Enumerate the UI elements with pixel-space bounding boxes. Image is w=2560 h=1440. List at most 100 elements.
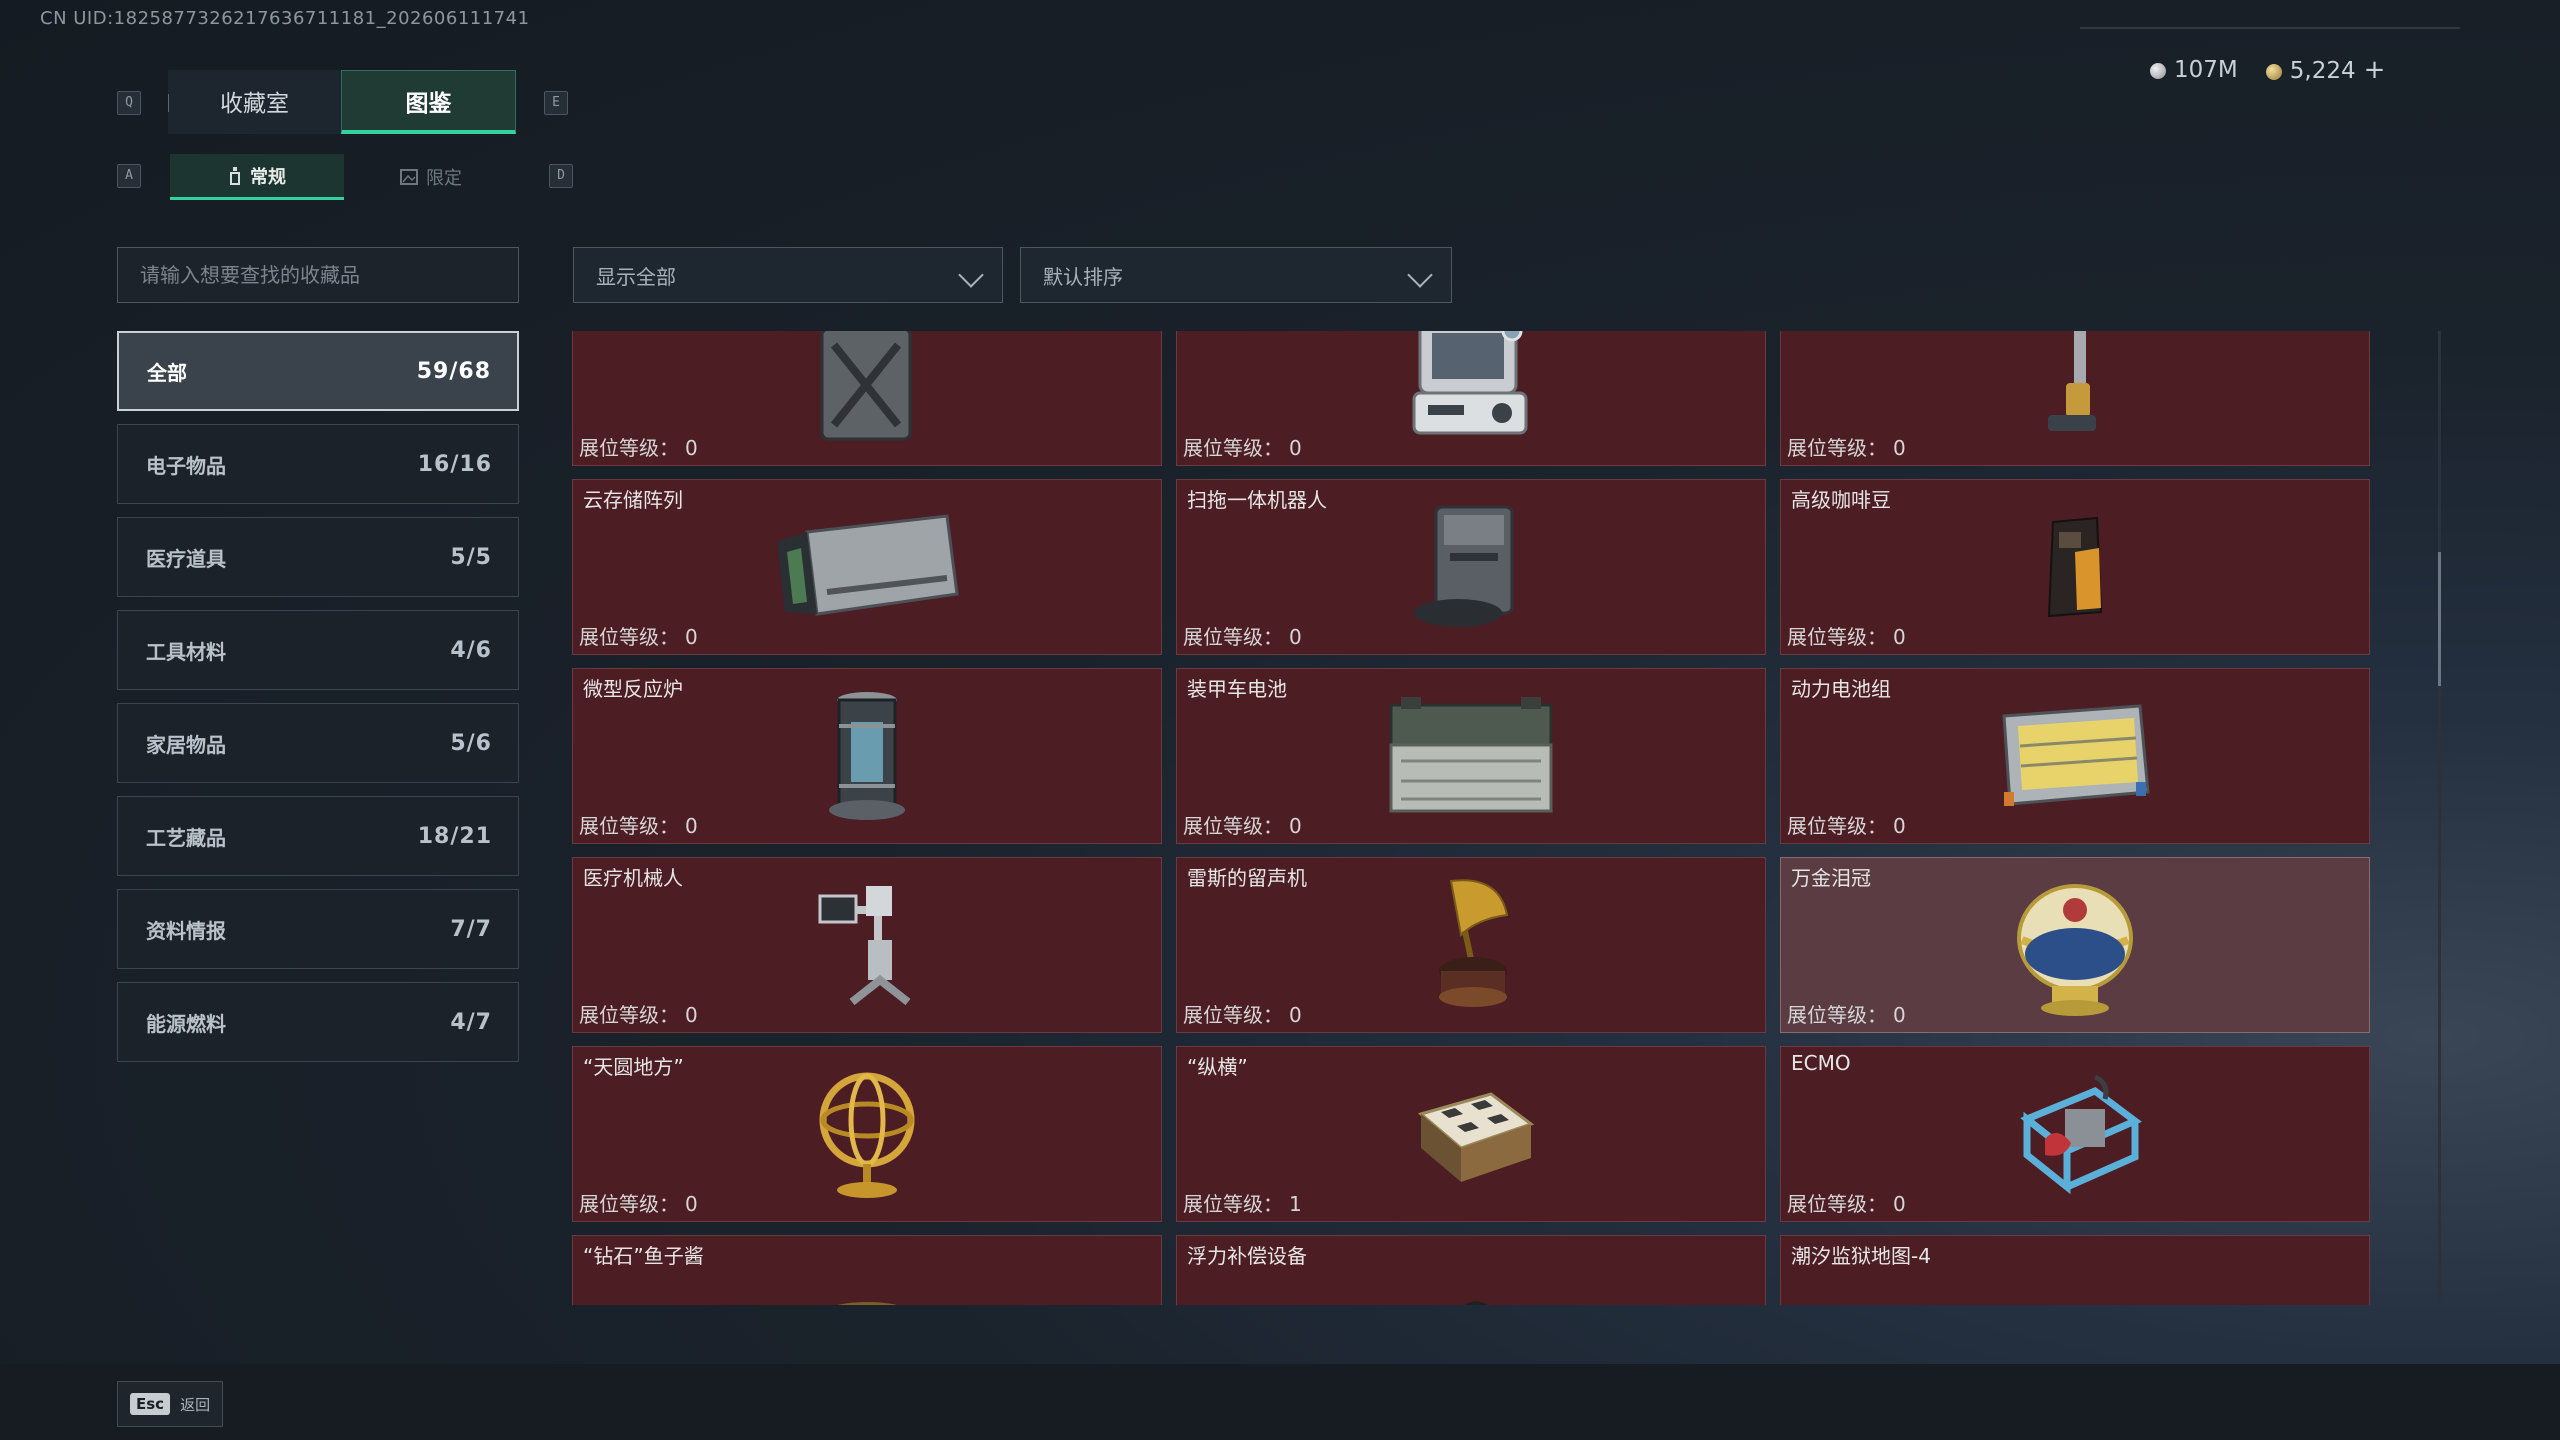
category-tools[interactable]: 工具材料 4/6	[117, 610, 519, 690]
item-card[interactable]: 潮汐监狱地图-4 展位等级：	[1780, 1235, 2370, 1305]
jeweled-egg-icon	[2017, 884, 2133, 1016]
level-value: 0	[685, 436, 698, 460]
item-name: “纵横”	[1187, 1055, 1248, 1079]
search-input[interactable]	[117, 247, 519, 303]
level-label: 展位等级：	[1183, 814, 1283, 838]
item-card[interactable]: 展位等级： 0	[572, 331, 1162, 466]
category-count: 18/21	[417, 823, 492, 849]
item-name: ECMO	[1791, 1051, 1851, 1075]
category-electronics[interactable]: 电子物品 16/16	[117, 424, 519, 504]
item-grid-viewport[interactable]: 展位等级： 0 展位等级： 0 展位等级： 0 云存储阵列 展位等级： 0 扫拖一体机器…	[572, 331, 2426, 1305]
item-name: 医疗机械人	[583, 866, 683, 890]
item-name: 扫拖一体机器人	[1187, 488, 1327, 512]
category-count: 4/6	[450, 637, 492, 663]
level-label: 展位等级：	[1787, 1192, 1887, 1216]
item-card[interactable]: 云存储阵列 展位等级： 0	[572, 479, 1162, 655]
category-label: 全部	[147, 360, 187, 385]
item-card[interactable]: 雷斯的留声机 展位等级： 0	[1176, 857, 1766, 1033]
level-value: 1	[1289, 1192, 1302, 1216]
item-level: 展位等级： 0	[1787, 999, 1906, 1028]
level-label: 展位等级：	[1183, 436, 1283, 460]
category-list: 全部 59/68 电子物品 16/16 医疗道具 5/5 工具材料 4/6 家居物品 5/…	[117, 331, 519, 1075]
item-level: 展位等级： 0	[1183, 621, 1302, 650]
filter-dropdown[interactable]: 显示全部	[573, 247, 1003, 303]
top-divider	[2080, 27, 2460, 29]
level-label: 展位等级：	[1787, 436, 1887, 460]
item-card[interactable]: “纵横” 展位等级： 1	[1176, 1046, 1766, 1222]
item-name: “天圆地方”	[583, 1055, 684, 1079]
item-card[interactable]: “天圆地方” 展位等级： 0	[572, 1046, 1162, 1222]
item-level: 展位等级： 0	[579, 621, 698, 650]
level-label: 展位等级：	[579, 1003, 679, 1027]
item-name: 潮汐监狱地图-4	[1791, 1244, 1931, 1268]
category-household[interactable]: 家居物品 5/6	[117, 703, 519, 783]
item-name: 万金泪冠	[1791, 866, 1871, 890]
level-value: 0	[1893, 1003, 1906, 1027]
gramophone-icon	[1439, 879, 1509, 1007]
item-card[interactable]: ECMO 展位等级： 0	[1780, 1046, 2370, 1222]
grid-scrollbar-track[interactable]	[2438, 331, 2441, 1305]
level-label: 展位等级：	[1787, 625, 1887, 649]
item-card[interactable]: 浮力补偿设备 展位等级：	[1176, 1235, 1766, 1305]
item-card[interactable]: 医疗机械人 展位等级： 0	[572, 857, 1162, 1033]
sub-tabs: 常规 限定	[170, 154, 518, 200]
add-currency-button[interactable]: +	[2364, 55, 2386, 85]
tab-separator	[168, 94, 169, 112]
hotkey-q[interactable]: Q	[117, 91, 141, 115]
item-card[interactable]: 万金泪冠 展位等级： 0	[1780, 857, 2370, 1033]
hotkey-d[interactable]: D	[549, 164, 573, 188]
item-card[interactable]: 微型反应炉 展位等级： 0	[572, 668, 1162, 844]
category-label: 电子物品	[146, 453, 226, 478]
item-card[interactable]: 动力电池组 展位等级： 0	[1780, 668, 2370, 844]
grid-scrollbar-thumb[interactable]	[2438, 552, 2441, 686]
subtab-regular[interactable]: 常规	[170, 154, 344, 200]
silver-currency: 107M	[2150, 57, 2238, 83]
category-label: 资料情报	[146, 918, 226, 943]
item-card[interactable]: 扫拖一体机器人 展位等级： 0	[1176, 479, 1766, 655]
jerrycan-icon	[820, 331, 912, 441]
tab-catalog[interactable]: 图鉴	[341, 70, 516, 134]
hotkey-e[interactable]: E	[544, 91, 568, 115]
item-card[interactable]: 展位等级： 0	[1176, 331, 1766, 466]
item-level: 展位等级： 0	[1787, 810, 1906, 839]
gold-currency: 5,224 +	[2265, 55, 2386, 85]
category-energy[interactable]: 能源燃料 4/7	[117, 982, 519, 1062]
tab-label: 收藏室	[220, 90, 289, 117]
image-icon	[400, 169, 418, 185]
item-level: 展位等级： 0	[579, 810, 698, 839]
main-tabs: 收藏室 图鉴	[168, 70, 516, 134]
item-card[interactable]: 展位等级： 0	[1780, 331, 2370, 466]
item-grid: 展位等级： 0 展位等级： 0 展位等级： 0 云存储阵列 展位等级： 0 扫拖一体机器…	[572, 331, 2370, 1305]
bottle-icon	[230, 166, 240, 185]
subtab-limited[interactable]: 限定	[344, 154, 518, 200]
level-value: 0	[685, 1192, 698, 1216]
category-all[interactable]: 全部 59/68	[117, 331, 519, 411]
category-crafts[interactable]: 工艺藏品 18/21	[117, 796, 519, 876]
item-level: 展位等级： 0	[579, 999, 698, 1028]
item-level: 展位等级： 0	[1183, 432, 1302, 461]
floor-washer-icon	[2048, 331, 2096, 431]
silver-coin-icon	[2150, 62, 2166, 79]
hotkey-a[interactable]: A	[117, 164, 141, 188]
robot-vacuum-icon	[1414, 505, 1514, 627]
silver-amount: 107M	[2174, 57, 2238, 83]
item-card[interactable]: 高级咖啡豆 展位等级： 0	[1780, 479, 2370, 655]
level-value: 0	[1893, 814, 1906, 838]
gold-amount: 5,224	[2289, 58, 2356, 84]
buoyancy-device-icon	[1464, 1301, 1497, 1305]
level-value: 0	[685, 1003, 698, 1027]
item-name: 高级咖啡豆	[1791, 488, 1891, 512]
currency-bar: 107M 5,224 +	[2084, 52, 2456, 88]
sort-dropdown[interactable]: 默认排序	[1020, 247, 1452, 303]
item-card[interactable]: “钻石”鱼子酱 展位等级：	[572, 1235, 1162, 1305]
vehicle-battery-icon	[1389, 697, 1553, 813]
item-level: 展位等级： 0	[579, 1188, 698, 1217]
item-card[interactable]: 装甲车电池 展位等级： 0	[1176, 668, 1766, 844]
category-medical[interactable]: 医疗道具 5/5	[117, 517, 519, 597]
reactor-icon	[829, 692, 905, 820]
tab-collection-room[interactable]: 收藏室	[168, 70, 341, 134]
back-label: 返回	[180, 1395, 211, 1414]
back-button[interactable]: Esc 返回	[117, 1381, 224, 1427]
category-intel[interactable]: 资料情报 7/7	[117, 889, 519, 969]
category-label: 医疗道具	[146, 546, 226, 571]
